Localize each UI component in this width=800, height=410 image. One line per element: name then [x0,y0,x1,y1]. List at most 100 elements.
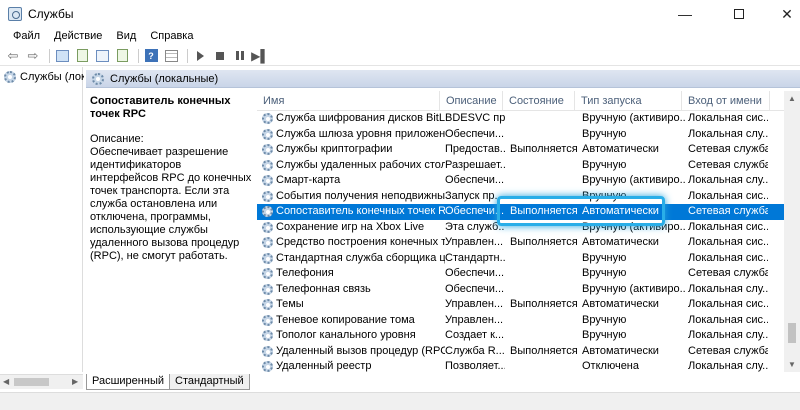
help-button[interactable]: ? [143,48,159,64]
service-name: Стандартная служба сборщика це... [262,251,445,267]
service-description: Управлен... [445,313,504,326]
table-row[interactable]: Темы Управлен... Выполняется Автоматически Л… [257,297,800,313]
table-row[interactable]: Телефонная связь Обеспечи... Вручную (акти… [257,282,800,298]
scrollbar-thumb[interactable] [14,378,49,386]
table-row[interactable]: Тополог канального уровня Создает к... Вру… [257,328,800,344]
service-state: Выполняется [510,344,578,357]
pause-service-button[interactable] [232,48,248,64]
toolbar-divider [187,48,188,63]
show-console-tree-button[interactable] [54,48,70,64]
refresh-icon [95,49,109,62]
table-row[interactable]: Средство построения конечных то... Управл… [257,235,800,251]
back-arrow-icon[interactable]: ⇦ [5,48,21,64]
service-state [510,328,580,344]
close-button[interactable]: ✕ [764,0,800,28]
view-button[interactable] [163,48,179,64]
service-name: Удаленный вызов процедур (RPC) [262,344,445,360]
scroll-down-icon[interactable]: ▼ [788,360,796,369]
start-service-button[interactable] [192,48,208,64]
service-name-text: Тополог канального уровня [276,329,416,341]
restart-service-button[interactable]: ▶▌ [251,48,269,64]
table-row[interactable]: Теневое копирование тома Управлен... Вручн… [257,313,800,329]
gear-icon [4,71,16,83]
service-gear-icon [262,237,273,249]
service-gear-icon [262,190,273,202]
table-row[interactable]: Служба шлюза уровня приложения Обеспечи..… [257,127,800,143]
minimize-button[interactable]: — [662,0,708,28]
service-state: Выполняется [510,143,578,155]
table-row[interactable]: Удаленный реестр Позволяет... Отключена Лок… [257,359,800,375]
table-row[interactable]: Службы криптографии Предостав... Выполняет… [257,142,800,158]
service-state [510,266,580,282]
refresh-button[interactable] [94,48,110,64]
table-row[interactable]: Телефония Обеспечи... Вручную Сетевая служб… [257,266,800,282]
services-table: Имя Описание Состояние Тип запуска Вход … [257,91,800,375]
status-bar [0,392,800,410]
maximize-button[interactable] [716,0,762,28]
service-startup-type: Автоматически [582,205,659,217]
pause-icon [236,51,244,60]
service-state [510,359,580,375]
service-log-on-as: Сетевая служба [688,158,768,171]
service-gear-icon [262,159,273,171]
service-description: Обеспечи... [445,282,505,295]
table-row[interactable]: Смарт-карта Обеспечи... Вручную (активиро.… [257,173,800,189]
column-header-name[interactable]: Имя [257,91,440,111]
restart-icon: ▶▌ [251,48,269,63]
service-name: Служба шлюза уровня приложения [262,127,445,143]
properties-icon [76,49,88,62]
menu-file[interactable]: Файл [6,28,47,46]
menu-view[interactable]: Вид [109,28,143,46]
console-tree-icon [55,49,69,62]
stop-service-button[interactable] [212,48,228,64]
service-gear-icon [262,345,273,357]
service-startup-type: Автоматически [582,298,659,310]
service-name-text: Служба шлюза уровня приложения [276,127,445,140]
scroll-up-icon[interactable]: ▲ [788,94,796,103]
maximize-icon [734,9,744,19]
table-vertical-scrollbar[interactable]: ▲ ▼ [784,91,800,372]
service-startup-type: Вручную [582,158,627,171]
column-header-state[interactable]: Состояние [503,91,575,111]
service-gear-icon [262,314,273,326]
tree-horizontal-scrollbar[interactable]: ◀ ▶ [0,374,83,389]
service-description: Управлен... [445,298,504,310]
column-header-log-on-as[interactable]: Вход от имени [682,91,770,111]
table-row[interactable]: Сохранение игр на Xbox Live Эта служб... В… [257,220,800,236]
service-log-on-as: Локальная сис... [688,313,768,326]
service-startup-type: Отключена [582,360,639,372]
menu-action[interactable]: Действие [47,28,109,46]
service-description: Управлен... [445,236,504,248]
service-state [510,127,580,143]
scroll-left-icon[interactable]: ◀ [3,377,9,386]
table-row[interactable]: Службы удаленных рабочих столов Разрешает… [257,158,800,174]
service-description: Служба R... [445,344,505,357]
table-row[interactable]: Стандартная служба сборщика це... Стандар… [257,251,800,267]
column-header-description[interactable]: Описание [440,91,503,111]
table-row[interactable]: События получения неподвижных... Запуск п… [257,189,800,205]
service-name: Смарт-карта [262,173,445,189]
service-gear-icon [262,330,273,342]
scrollbar-thumb[interactable] [788,323,796,343]
table-row[interactable]: Служба шифрования дисков BitLo... BDESVC … [257,111,800,127]
service-startup-type: Вручную [582,251,627,264]
table-row[interactable]: Сопоставитель конечных точек RPC Обеспечи… [257,204,800,220]
tab-extended[interactable]: Расширенный [86,374,170,390]
export-list-button[interactable] [114,48,130,64]
service-log-on-as: Локальная слу... [688,127,768,140]
service-description: Создает к... [445,329,505,341]
service-description: BDESVC пр... [445,112,505,124]
tree-item-services-local[interactable]: Службы (локальные) [4,71,84,83]
table-row[interactable]: Удаленный вызов процедур (RPC) Служба R..… [257,344,800,360]
service-startup-type: Вручную [582,127,627,140]
column-header-startup-type[interactable]: Тип запуска [575,91,682,111]
properties-button[interactable] [74,48,90,64]
service-description: Эта служб... [445,220,505,233]
service-log-on-as: Сетевая служба [688,143,768,155]
scroll-right-icon[interactable]: ▶ [72,377,78,386]
service-gear-icon [262,221,273,233]
tab-standard[interactable]: Стандартный [169,374,250,390]
menu-help[interactable]: Справка [143,28,200,46]
pane-header: Службы (локальные) [86,70,800,88]
forward-arrow-icon[interactable]: ⇨ [25,48,41,64]
